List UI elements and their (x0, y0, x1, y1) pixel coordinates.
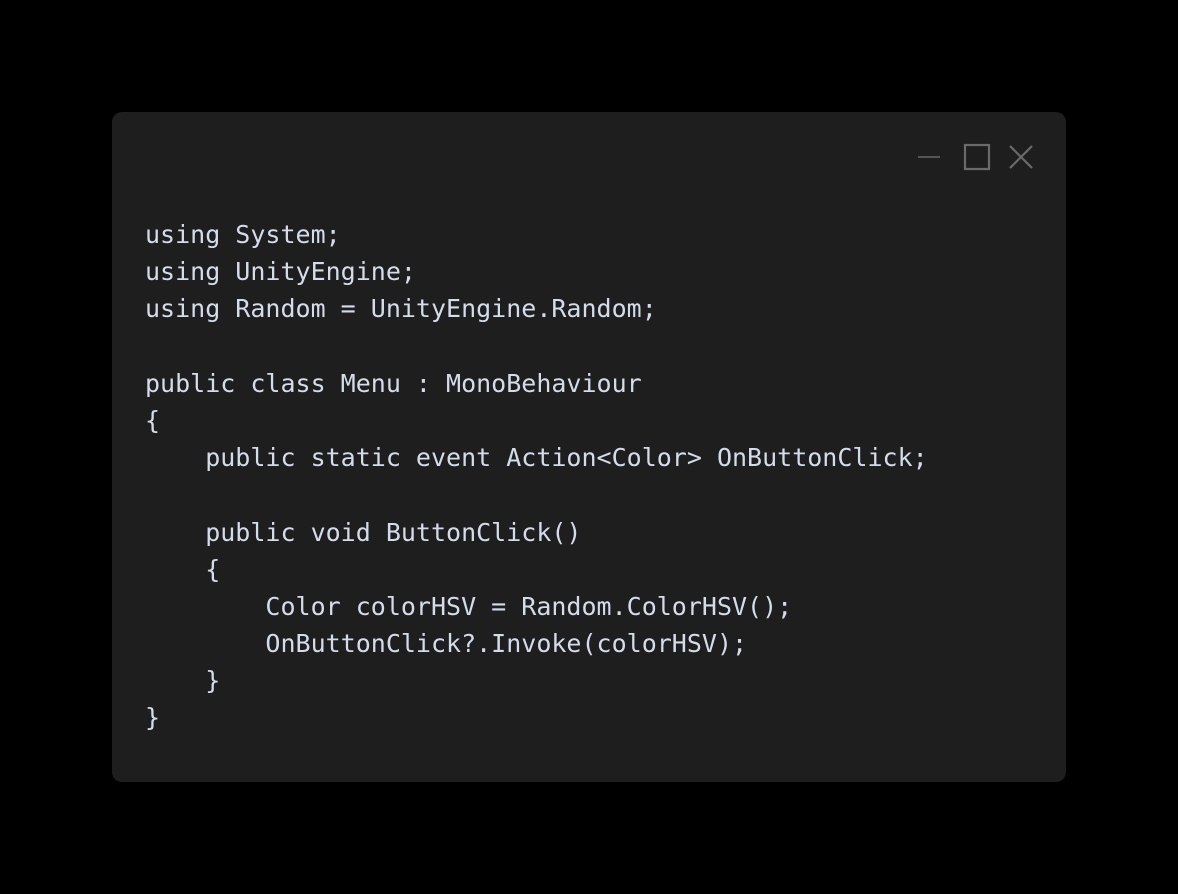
code-line: { (145, 554, 221, 584)
code-line: public class Menu : MonoBehaviour (145, 368, 642, 398)
window-controls (910, 140, 1040, 174)
code-block: using System; using UnityEngine; using Ran… (145, 216, 928, 737)
code-line: } (145, 703, 161, 733)
code-line: { (145, 405, 161, 435)
close-icon[interactable] (1006, 140, 1036, 174)
code-line: public void ButtonClick() (145, 517, 582, 547)
code-line: public static event Action<Color> OnButt… (145, 443, 928, 473)
code-line: Color colorHSV = Random.ColorHSV(); (145, 591, 793, 621)
minimize-icon[interactable] (914, 140, 944, 174)
maximize-icon[interactable] (960, 140, 994, 174)
code-line: OnButtonClick?.Invoke(colorHSV); (145, 629, 748, 659)
code-line: using UnityEngine; (145, 257, 416, 287)
code-line: using System; (145, 220, 341, 249)
code-line: using Random = UnityEngine.Random; (145, 294, 657, 324)
code-line: } (145, 666, 221, 696)
